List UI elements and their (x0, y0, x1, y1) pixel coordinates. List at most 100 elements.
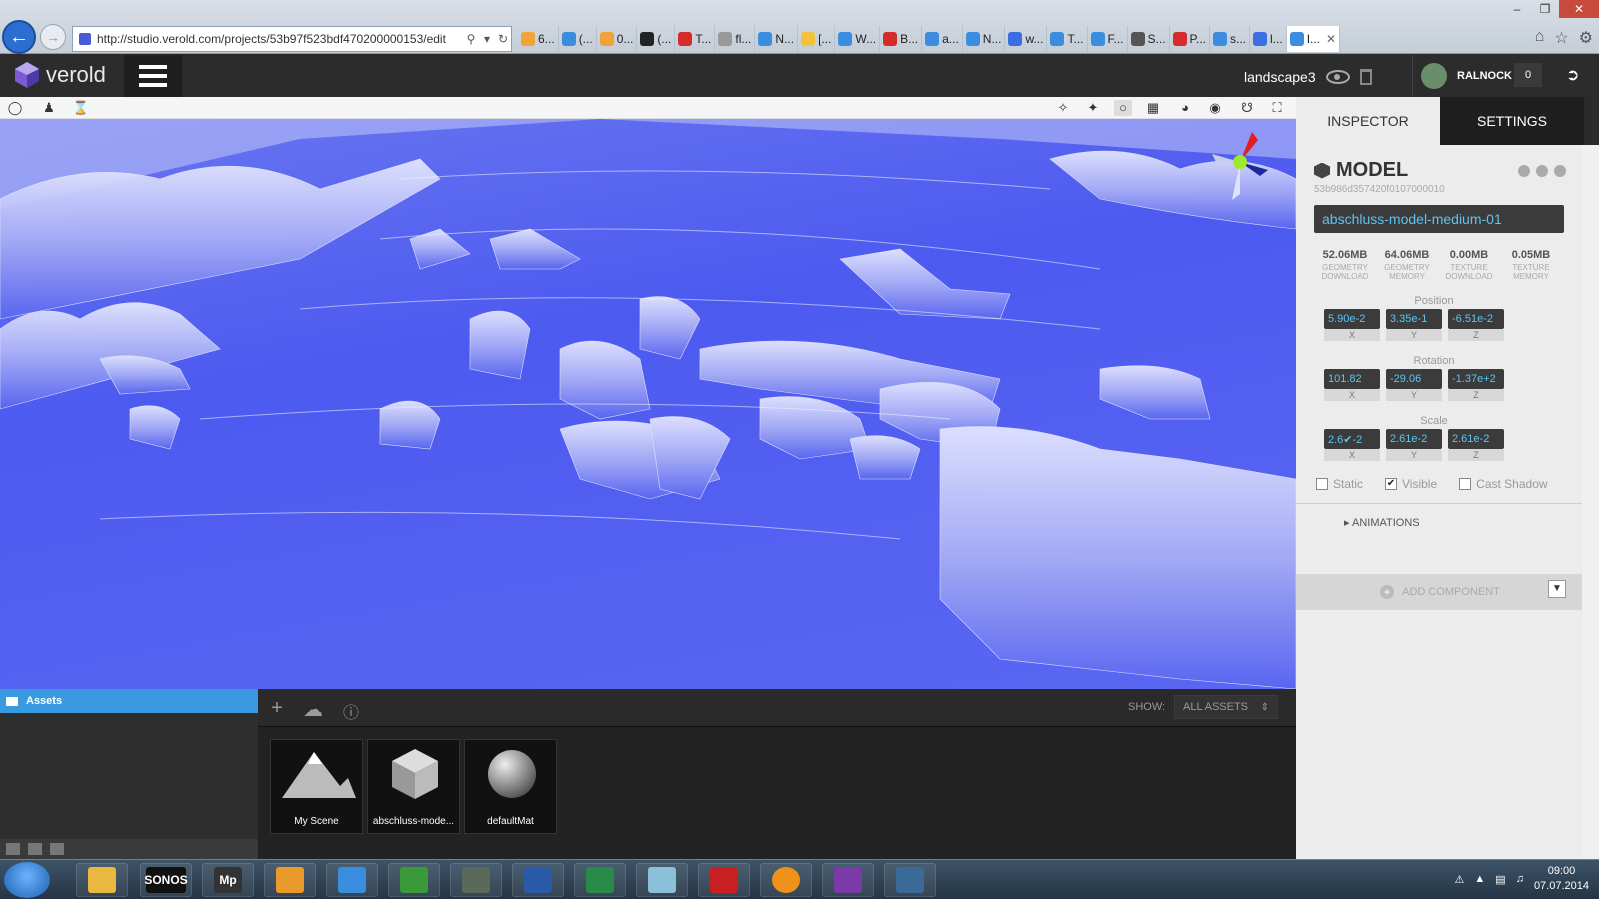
browser-tab[interactable]: a... (922, 26, 963, 52)
taskbar-vim[interactable] (388, 863, 440, 897)
asset-card-scene[interactable]: My Scene (270, 739, 363, 834)
checkbox-box[interactable] (1316, 478, 1328, 490)
browser-tab[interactable]: (... (559, 26, 597, 52)
checkbox-box[interactable]: ✔ (1385, 478, 1398, 490)
browser-tab[interactable]: l... (1250, 26, 1287, 52)
browser-tab[interactable]: N... (963, 26, 1006, 52)
home-icon[interactable]: ⌂ (1535, 28, 1545, 48)
forward-button[interactable]: → (40, 24, 66, 50)
wifi-icon[interactable]: ▤ (1495, 873, 1505, 886)
move-gizmo-icon[interactable]: ✧ (1054, 100, 1072, 116)
taskbar-explorer[interactable] (76, 863, 128, 897)
project-name[interactable]: landscape3 (1244, 69, 1316, 85)
add-component-button[interactable]: + ADD COMPONENT ▼ (1296, 574, 1584, 610)
delete-icon[interactable] (1554, 165, 1566, 177)
taskbar-word[interactable] (512, 863, 564, 897)
position-x-input[interactable]: 5.90e-2 (1324, 309, 1380, 329)
close-window-button[interactable]: ✕ (1559, 0, 1599, 18)
help-icon[interactable]: ⓘ (338, 699, 364, 723)
taskbar-outlook[interactable] (264, 863, 316, 897)
binoculars-icon[interactable]: ☋ (1238, 100, 1256, 116)
dropdown-icon[interactable]: ▾ (479, 32, 495, 46)
browser-tab[interactable]: N... (755, 26, 799, 52)
browser-tab[interactable]: I... ✕ (1286, 26, 1341, 52)
logout-icon[interactable]: ➲ (1566, 65, 1584, 85)
minimize-button[interactable]: – (1503, 0, 1531, 18)
scale-gizmo-icon[interactable]: ○ (1114, 100, 1132, 116)
scrollbar[interactable] (1582, 145, 1599, 859)
add-asset-icon[interactable]: + (264, 697, 290, 720)
comment-icon[interactable]: ◯ (6, 100, 24, 116)
taskbar-excel[interactable] (574, 863, 626, 897)
taskbar-onenote[interactable] (822, 863, 874, 897)
browser-tab[interactable]: S... (1128, 26, 1170, 52)
browser-tab[interactable]: (... (637, 26, 676, 52)
assets-folder[interactable]: Assets (0, 689, 258, 713)
browser-tab[interactable]: fl... (715, 26, 756, 52)
address-bar[interactable]: http://studio.verold.com/projects/53b97f… (72, 26, 512, 52)
fullscreen-icon[interactable]: ⛶ (1268, 100, 1286, 116)
cloud-icon[interactable]: ☁ (300, 697, 326, 722)
trash-icon[interactable] (1359, 69, 1372, 85)
verold-logo[interactable]: verold (14, 61, 106, 89)
static-checkbox[interactable]: Static (1316, 477, 1363, 491)
checkbox-box[interactable] (1459, 478, 1472, 490)
asset-card-material[interactable]: defaultMat (464, 739, 557, 834)
copy-icon[interactable] (1536, 165, 1548, 177)
browser-tab[interactable]: s... (1210, 26, 1251, 52)
scale-z-input[interactable]: 2.61e-2 (1448, 429, 1504, 449)
grid-icon[interactable]: ▦ (1144, 100, 1162, 116)
tab-inspector[interactable]: INSPECTOR (1296, 97, 1440, 145)
rotation-x-input[interactable]: 101.82 (1324, 369, 1380, 389)
clock[interactable]: 09:00 07.07.2014 (1534, 864, 1589, 894)
taskbar-ie[interactable] (326, 863, 378, 897)
browser-tab[interactable]: T... (675, 26, 716, 52)
taskbar-acrobat[interactable] (698, 863, 750, 897)
visible-checkbox[interactable]: ✔ Visible (1385, 477, 1437, 491)
taskbar-sonos[interactable]: SONOS (140, 863, 192, 897)
target-icon[interactable]: ◉ (1206, 100, 1224, 116)
user-menu[interactable]: RALNOCK (1412, 55, 1512, 97)
main-menu-button[interactable] (124, 55, 182, 97)
rotate-gizmo-icon[interactable]: ✦ (1084, 100, 1102, 116)
volume-icon[interactable]: ♫ (1516, 873, 1524, 885)
new-folder-icon[interactable] (6, 843, 20, 855)
scale-y-input[interactable]: 2.61e-2 (1386, 429, 1442, 449)
eye-icon[interactable] (1325, 70, 1350, 84)
refresh-icon[interactable]: ↻ (495, 32, 511, 46)
browser-tab[interactable]: w... (1005, 26, 1048, 52)
browser-tab[interactable]: [... (798, 26, 836, 52)
back-button[interactable]: ← (2, 20, 36, 54)
start-button[interactable] (4, 862, 50, 898)
position-z-input[interactable]: -6.51e-2 (1448, 309, 1504, 329)
orientation-gizmo-icon[interactable] (1210, 132, 1270, 202)
asset-card-model[interactable]: abschluss-mode... (367, 739, 460, 834)
asset-filter-select[interactable]: ALL ASSETS ⇕ (1174, 695, 1278, 719)
favorites-star-icon[interactable]: ☆ (1554, 28, 1568, 48)
browser-tab[interactable]: 6... (518, 26, 559, 52)
scale-x-input[interactable]: 2.6✔-2 (1324, 429, 1380, 449)
browser-tab[interactable]: B... (880, 26, 923, 52)
settings-gear-icon[interactable]: ⚙ (1579, 28, 1593, 48)
delete-icon[interactable] (28, 843, 42, 855)
cast-shadow-checkbox[interactable]: Cast Shadow (1459, 477, 1548, 491)
taskbar-mp[interactable]: Mp (202, 863, 254, 897)
model-name-field[interactable]: abschluss-model-medium-01 (1314, 205, 1564, 233)
rotation-y-input[interactable]: -29.06 (1386, 369, 1442, 389)
browser-tab[interactable]: W... (835, 26, 881, 52)
taskbar-terminal[interactable] (450, 863, 502, 897)
taskbar-app-blue[interactable] (636, 863, 688, 897)
hourglass-icon[interactable]: ⌛ (72, 100, 90, 116)
chevron-up-icon[interactable]: ▲ (1474, 873, 1485, 885)
browser-tab[interactable]: 0... (597, 26, 638, 52)
tab-settings[interactable]: SETTINGS (1440, 97, 1584, 145)
users-icon[interactable]: ♟ (40, 100, 58, 116)
chevron-down-icon[interactable]: ▼ (1548, 580, 1566, 598)
rotation-z-input[interactable]: -1.37e+2 (1448, 369, 1504, 389)
close-tab-icon[interactable]: ✕ (1326, 32, 1336, 46)
globe-icon[interactable]: ◕ (1176, 100, 1194, 116)
3d-viewport[interactable]: ◯ ♟ ⌛ ✧ ✦ ○ ▦ ◕ ◉ ☋ ⛶ (0, 97, 1296, 689)
taskbar-video[interactable] (884, 863, 936, 897)
search-icon[interactable]: ⚲ (463, 32, 479, 46)
notification-badge[interactable]: 0 (1514, 63, 1542, 87)
